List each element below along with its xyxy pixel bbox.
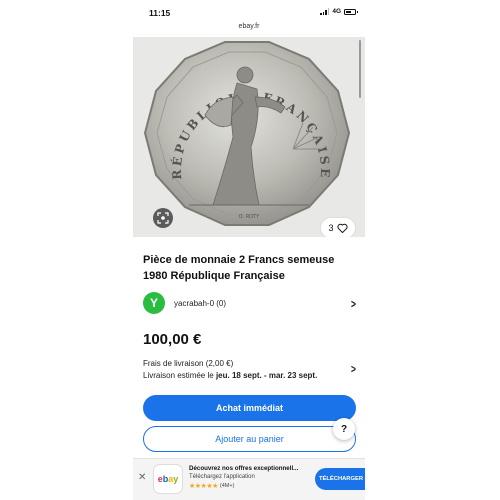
banner-subtitle: Téléchargez l'application (189, 474, 255, 480)
ebay-logo: ebay (153, 464, 183, 494)
shipping-cost: Frais de livraison (2,00 €) (143, 359, 234, 368)
app-download-banner: ✕ ebay Découvrez nos offres exceptionnel… (133, 458, 365, 500)
shipping-info[interactable]: Frais de livraison (2,00 €) Livraison es… (143, 358, 357, 382)
watchlist-button[interactable]: 3 (320, 217, 356, 237)
download-app-button[interactable]: TÉLÉCHARGER (315, 468, 365, 490)
buy-now-button[interactable]: Achat immédiat (143, 395, 356, 421)
chevron-right-icon: > (351, 297, 356, 311)
coin-image: RÉPUBLIQUE FRANÇAISE O. ROTY (143, 41, 351, 226)
help-button[interactable]: ? (333, 418, 355, 440)
banner-rating: ★★★★★ (4M+) (189, 482, 317, 490)
seller-row[interactable]: Y yacrabah-0 (0) > (143, 292, 357, 314)
banner-text: Découvrez nos offres exceptionnell... Té… (189, 465, 317, 490)
image-scrollbar[interactable] (359, 40, 361, 98)
signal-icon (319, 8, 330, 15)
delivery-estimate: Livraison estimée le jeu. 18 sept. - mar… (143, 370, 357, 382)
banner-title: Découvrez nos offres exceptionnell... (189, 465, 299, 472)
visual-search-button[interactable] (153, 208, 173, 228)
add-to-cart-button[interactable]: Ajouter au panier (143, 426, 356, 452)
seller-name: yacrabah-0 (0) (174, 298, 227, 308)
status-time: 11:15 (149, 8, 171, 18)
price: 100,00 € (143, 331, 202, 348)
watch-count: 3 (328, 223, 334, 233)
network-label: 4G (332, 8, 341, 15)
rating-count: (4M+) (219, 483, 235, 489)
listing-image[interactable]: RÉPUBLIQUE FRANÇAISE O. ROTY (133, 37, 365, 237)
phone-screen: 11:15 4G ebay.fr RÉPUBLIQUE FRANÇAIS (133, 0, 365, 500)
chevron-right-icon: > (351, 362, 356, 376)
star-rating-icon: ★★★★★ (189, 483, 218, 490)
delivery-dates: jeu. 18 sept. - mar. 23 sept. (215, 371, 318, 380)
status-bar: 11:15 4G (133, 0, 365, 22)
close-icon[interactable]: ✕ (138, 472, 146, 483)
listing-title: Pièce de monnaie 2 Francs semeuse 1980 R… (143, 254, 335, 282)
browser-url[interactable]: ebay.fr (133, 23, 365, 30)
delivery-prefix: Livraison estimée le (143, 371, 214, 380)
heart-icon (336, 223, 348, 233)
avatar: Y (143, 292, 165, 314)
visual-search-icon (157, 212, 169, 224)
status-indicators: 4G (319, 8, 358, 15)
coin-engraver: O. ROTY (239, 214, 260, 220)
battery-icon (344, 8, 358, 15)
